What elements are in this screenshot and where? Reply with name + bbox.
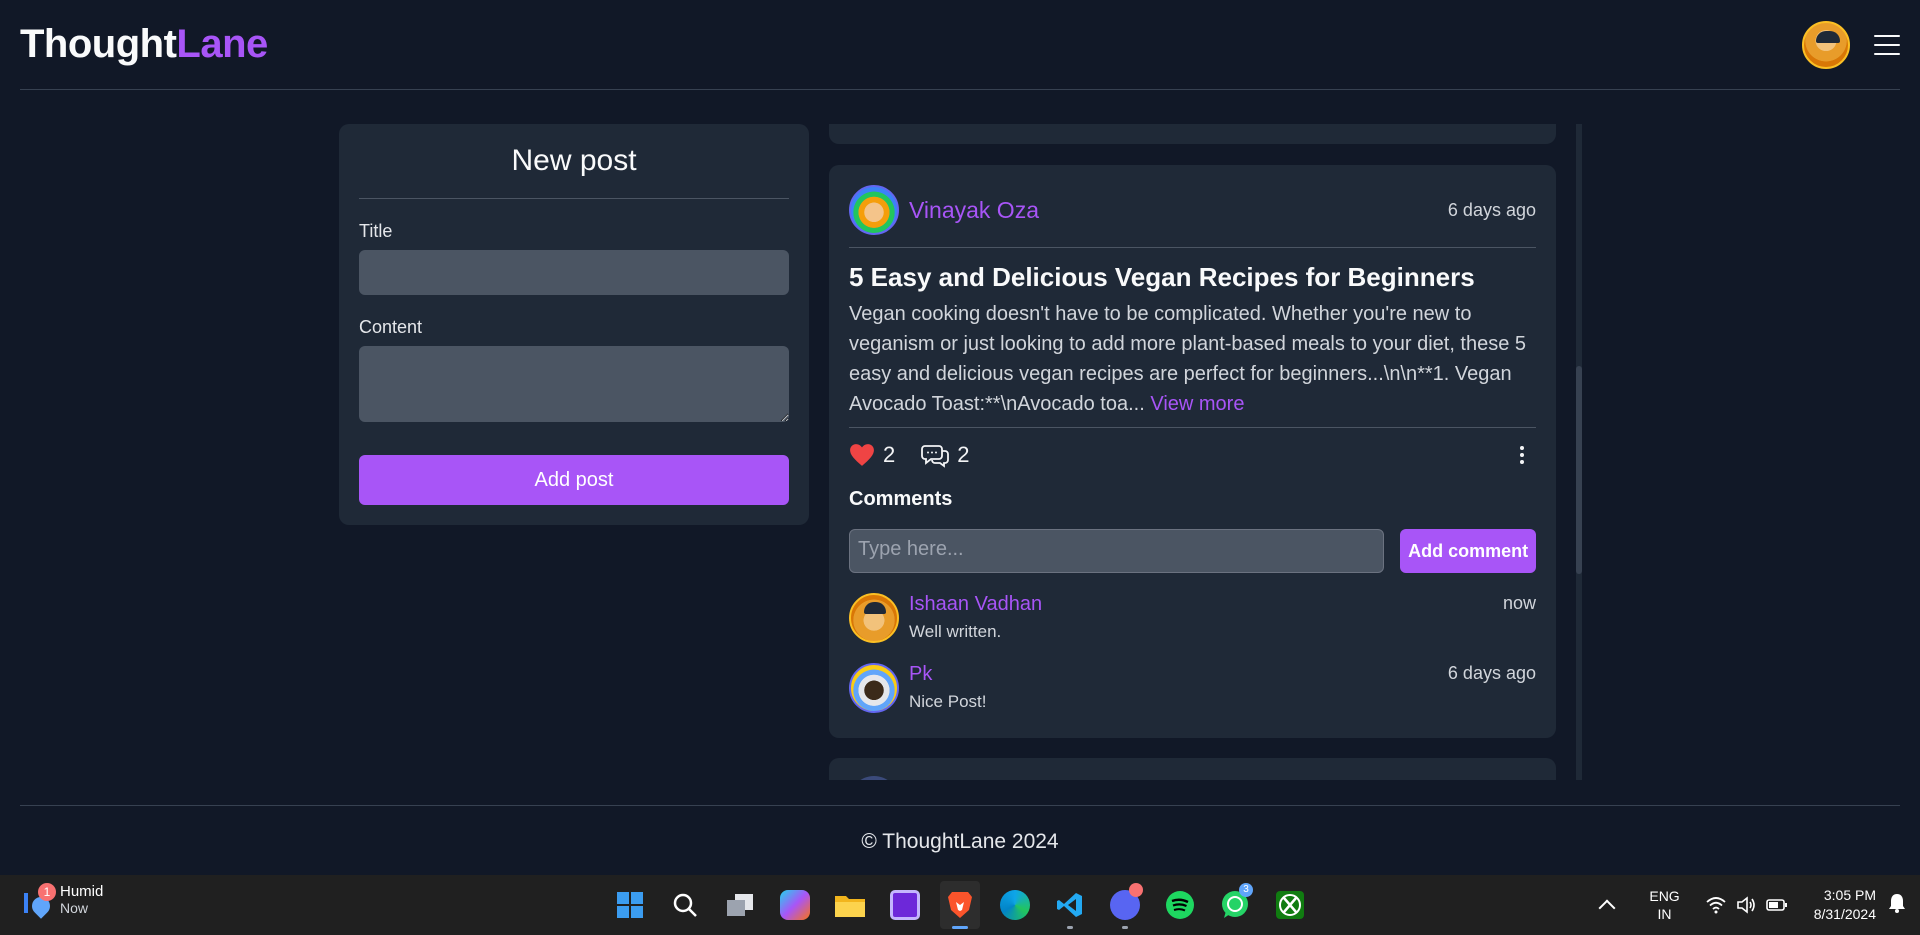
footer-text: © ThoughtLane 2024 <box>861 830 1059 853</box>
comment-form: Add comment <box>849 529 1536 573</box>
volume-icon <box>1736 896 1755 914</box>
add-post-button[interactable]: Add post <box>359 455 789 505</box>
clock-time: 3:05 PM <box>1823 887 1876 903</box>
content-textarea[interactable] <box>359 346 789 422</box>
comments-heading: Comments <box>849 488 953 510</box>
author-avatar[interactable] <box>849 185 899 235</box>
wifi-icon <box>1706 897 1726 914</box>
spotify-app[interactable] <box>1160 881 1200 929</box>
comment-time: now <box>1502 593 1536 613</box>
language-indicator[interactable]: ENG IN <box>1649 887 1679 923</box>
edge-icon <box>1000 890 1030 920</box>
comment-button[interactable]: 2 <box>921 442 970 468</box>
previous-post-card <box>829 124 1556 144</box>
add-comment-button[interactable]: Add comment <box>1400 529 1536 573</box>
task-view-icon <box>727 894 753 916</box>
comment-text: Nice Post! <box>909 692 987 711</box>
comments-icon <box>921 445 950 468</box>
title-label: Title <box>359 221 393 241</box>
app-header: ThoughtLane <box>20 0 1900 90</box>
windows-taskbar: 1 Humid Now 3 ENG IN 3:05 PM 8/31/2024 <box>0 875 1920 935</box>
copilot-app[interactable] <box>775 881 815 929</box>
xbox-icon <box>1276 891 1304 919</box>
post-author: Vinayak Oza <box>849 185 1039 235</box>
clock[interactable]: 3:05 PM 8/31/2024 <box>1814 886 1876 924</box>
file-explorer-app[interactable] <box>830 881 870 929</box>
title-input[interactable] <box>359 250 789 295</box>
user-avatar[interactable] <box>1802 20 1850 69</box>
vpn-icon <box>890 890 920 920</box>
clock-date: 8/31/2024 <box>1813 906 1876 922</box>
search-icon <box>673 893 697 917</box>
taskbar-apps: 3 <box>610 881 1310 929</box>
brave-icon <box>948 892 972 918</box>
commenter-name[interactable]: Pk <box>909 663 986 686</box>
notification-bell-icon[interactable] <box>1888 893 1906 918</box>
commenter-avatar[interactable] <box>849 663 899 713</box>
like-count: 2 <box>883 442 896 467</box>
whatsapp-badge: 3 <box>1239 883 1253 897</box>
comment-item: Pk Nice Post! 6 days ago <box>849 663 1536 713</box>
post-feed[interactable]: Vinayak Oza 6 days ago 5 Easy and Delici… <box>829 124 1556 780</box>
commenter-avatar[interactable] <box>849 593 899 643</box>
author-name[interactable]: Vinayak Oza <box>909 197 1039 224</box>
discord-badge <box>1129 883 1143 897</box>
post-actions: 2 2 <box>849 440 1536 470</box>
comment-time: 6 days ago <box>1447 663 1536 683</box>
more-options-icon[interactable] <box>1520 446 1524 464</box>
menu-icon[interactable] <box>1874 34 1900 55</box>
weather-title: Humid <box>60 883 104 900</box>
whatsapp-app[interactable]: 3 <box>1215 881 1255 929</box>
post-title: 5 Easy and Delicious Vegan Recipes for B… <box>849 262 1475 292</box>
task-view-button[interactable] <box>720 881 760 929</box>
new-post-card: New post Title Content Add post <box>339 124 809 525</box>
heart-icon <box>850 444 874 466</box>
chevron-up-icon[interactable] <box>1598 899 1616 917</box>
xbox-app[interactable] <box>1270 881 1310 929</box>
footer: © ThoughtLane 2024 <box>20 805 1900 875</box>
feed-scrollbar[interactable] <box>1576 124 1582 780</box>
windows-icon <box>617 892 643 918</box>
vscode-app[interactable] <box>1050 881 1090 929</box>
comment-text: Well written. <box>909 622 1002 641</box>
search-button[interactable] <box>665 881 705 929</box>
commenter-name[interactable]: Ishaan Vadhan <box>909 593 1042 616</box>
next-post-card <box>829 758 1556 780</box>
app-logo[interactable]: ThoughtLane <box>20 22 268 67</box>
new-post-heading: New post <box>359 144 789 199</box>
edge-app[interactable] <box>995 881 1035 929</box>
view-more-link[interactable]: View more <box>1150 393 1244 415</box>
like-button[interactable]: 2 <box>849 442 895 468</box>
comment-item: Ishaan Vadhan Well written. now <box>849 593 1536 643</box>
weather-badge: 1 <box>38 882 56 901</box>
scrollbar-thumb[interactable] <box>1576 366 1582 574</box>
start-button[interactable] <box>610 881 650 929</box>
comment-count: 2 <box>957 442 970 467</box>
comment-input[interactable] <box>849 529 1385 573</box>
folder-icon <box>835 896 865 917</box>
system-tray: ENG IN 3:05 PM 8/31/2024 <box>1598 875 1920 935</box>
content-label: Content <box>359 317 423 337</box>
quick-settings[interactable] <box>1706 896 1788 914</box>
spotify-icon <box>1166 891 1194 919</box>
post-card: Vinayak Oza 6 days ago 5 Easy and Delici… <box>829 165 1556 738</box>
vscode-icon <box>1057 893 1082 917</box>
next-post-avatar <box>849 776 899 780</box>
weather-subtitle: Now <box>60 900 89 916</box>
header-actions <box>1802 20 1900 69</box>
post-body: Vegan cooking doesn't have to be complic… <box>849 299 1536 428</box>
weather-icon: 1 <box>22 882 56 919</box>
proton-vpn-app[interactable] <box>885 881 925 929</box>
discord-app[interactable] <box>1105 881 1145 929</box>
weather-widget[interactable]: 1 Humid Now <box>22 882 104 919</box>
brave-browser-app[interactable] <box>940 881 980 929</box>
post-time: 6 days ago <box>1447 199 1536 220</box>
battery-icon <box>1765 899 1787 911</box>
post-header: Vinayak Oza 6 days ago <box>849 185 1536 248</box>
copilot-icon <box>780 890 810 920</box>
